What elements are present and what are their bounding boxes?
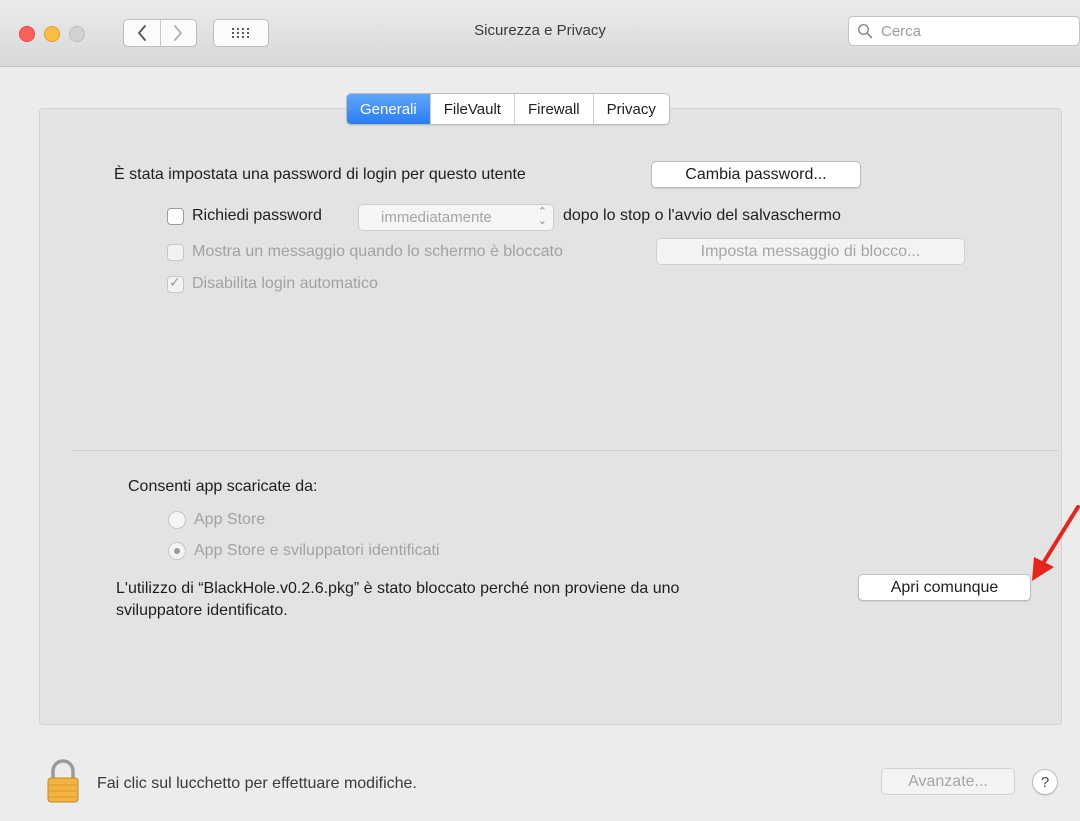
require-password-delay-value: immediatamente	[381, 209, 492, 226]
help-button[interactable]: ?	[1032, 769, 1058, 795]
radio-selected-dot	[174, 548, 180, 554]
blocked-message-line2: sviluppatore identificato.	[116, 602, 288, 619]
show-message-label: Mostra un messaggio quando lo schermo è …	[192, 243, 563, 260]
radio-app-store-identified-label: App Store e sviluppatori identificati	[194, 542, 440, 559]
disable-autologin-checkbox[interactable]: ✓	[167, 274, 184, 293]
change-password-button[interactable]: Cambia password...	[651, 161, 861, 188]
search-icon	[857, 23, 873, 39]
blocked-message-line1: L'utilizzo di “BlackHole.v0.2.6.pkg” è s…	[116, 580, 680, 597]
lock-hint-text: Fai clic sul lucchetto per effettuare mo…	[97, 775, 417, 792]
require-password-delay-popup[interactable]: immediatamente ⌃ ⌄	[358, 204, 554, 231]
set-lock-message-button[interactable]: Imposta messaggio di blocco...	[656, 238, 965, 265]
require-password-suffix: dopo lo stop o l'avvio del salvaschermo	[563, 207, 841, 224]
search-field[interactable]	[848, 16, 1080, 46]
section-divider	[72, 450, 1059, 451]
tab-firewall[interactable]: Firewall	[513, 94, 593, 124]
allow-apps-heading: Consenti app scaricate da:	[128, 478, 318, 495]
checkmark-icon: ✓	[169, 274, 181, 290]
radio-app-store[interactable]	[168, 511, 186, 529]
tab-filevault[interactable]: FileVault	[429, 94, 514, 124]
radio-app-store-identified[interactable]	[168, 542, 186, 560]
tab-generali[interactable]: Generali	[347, 94, 430, 124]
password-set-text: È stata impostata una password di login …	[114, 166, 526, 183]
open-anyway-button[interactable]: Apri comunque	[858, 574, 1031, 601]
search-input[interactable]	[879, 21, 1073, 41]
advanced-button[interactable]: Avanzate...	[881, 768, 1015, 795]
disable-autologin-label: Disabilita login automatico	[192, 275, 378, 292]
content-panel	[39, 108, 1062, 725]
up-down-chevron-icon: ⌃ ⌄	[537, 206, 547, 227]
tab-bar: Generali FileVault Firewall Privacy	[346, 93, 670, 125]
radio-app-store-label: App Store	[194, 511, 266, 528]
show-message-checkbox[interactable]	[167, 244, 184, 261]
require-password-label: Richiedi password	[192, 207, 322, 224]
lock-icon[interactable]	[46, 759, 80, 803]
tab-privacy[interactable]: Privacy	[592, 94, 669, 124]
title-bar: Sicurezza e Privacy	[0, 0, 1080, 67]
require-password-checkbox[interactable]	[167, 208, 184, 225]
annotation-arrow-icon	[1032, 505, 1080, 581]
